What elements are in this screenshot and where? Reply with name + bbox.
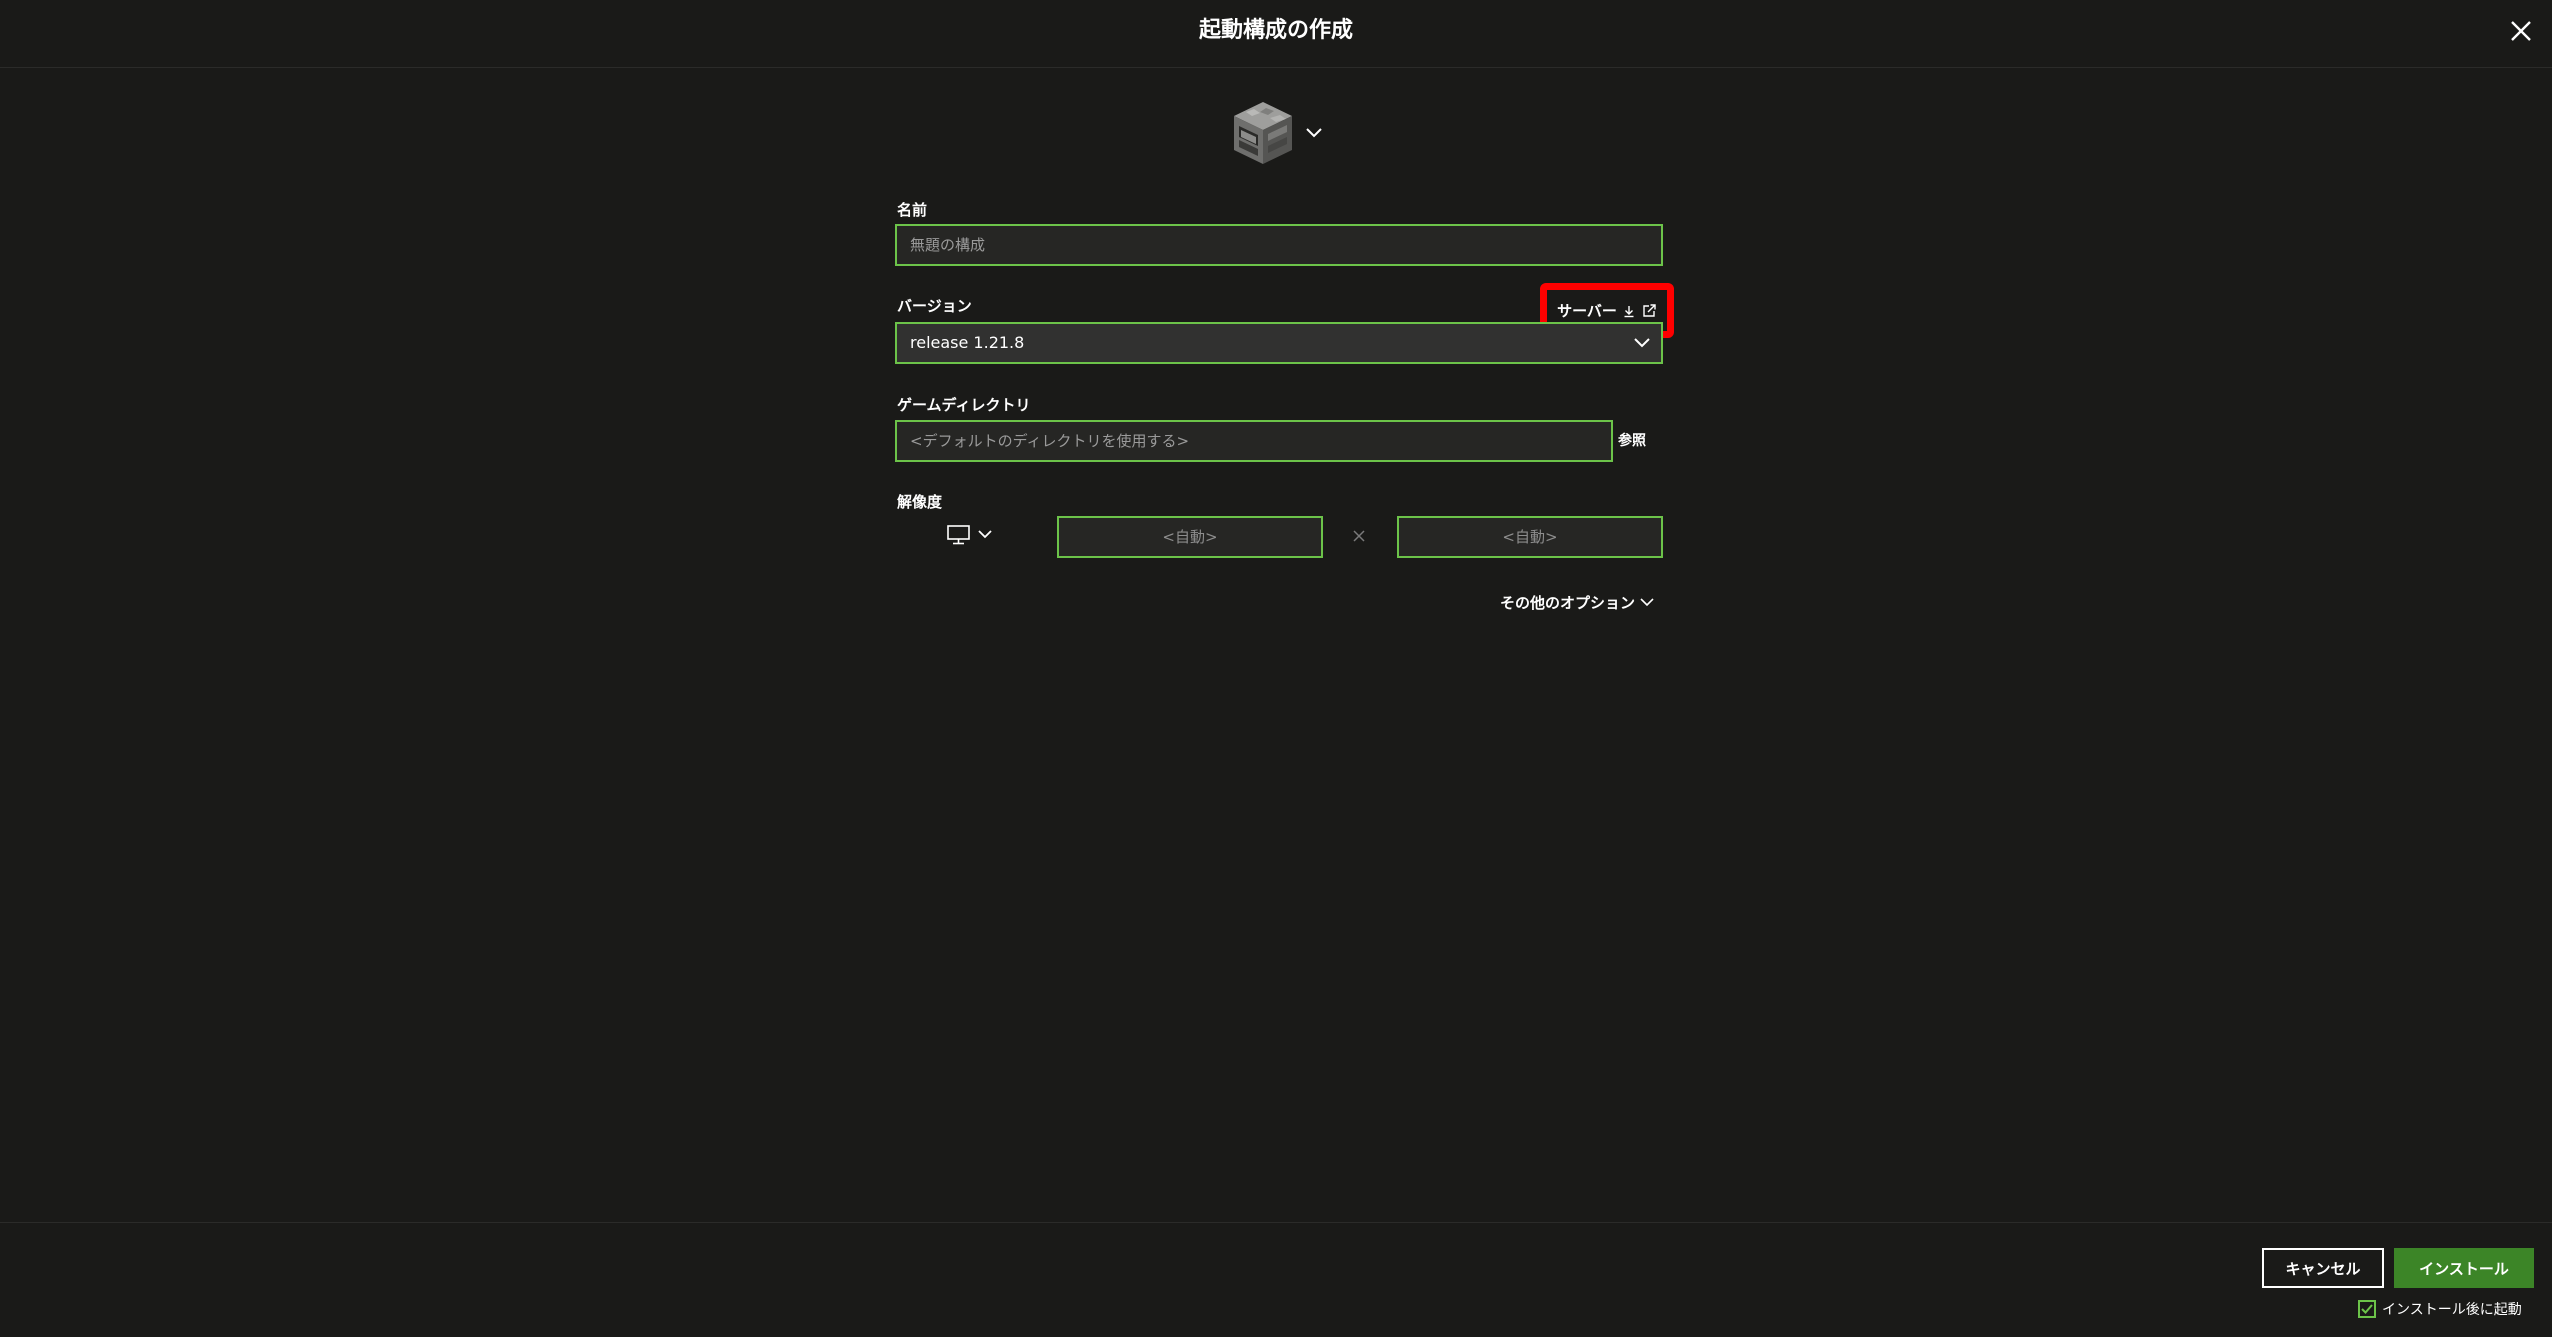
furnace-block-icon <box>1234 102 1292 164</box>
name-label: 名前 <box>897 201 928 219</box>
profile-icon-selector[interactable] <box>1232 100 1332 170</box>
checkmark-icon <box>2361 1304 2373 1314</box>
monitor-icon <box>947 525 970 545</box>
game-directory-label: ゲームディレクトリ <box>897 396 1031 414</box>
dialog-footer <box>0 1222 2552 1337</box>
launch-after-install-label: インストール後に起動 <box>2382 1302 2522 1318</box>
cancel-button[interactable]: キャンセル <box>2262 1248 2384 1288</box>
chevron-down-icon <box>1640 598 1654 607</box>
resolution-label: 解像度 <box>897 493 943 511</box>
resolution-height-input[interactable] <box>1397 516 1663 558</box>
close-icon <box>2511 21 2531 41</box>
launch-after-install-checkbox[interactable] <box>2358 1300 2376 1318</box>
chevron-down-icon <box>1634 338 1650 348</box>
chevron-down-icon <box>1306 128 1322 138</box>
launch-after-install-option[interactable]: インストール後に起動 <box>2358 1298 2522 1320</box>
version-selected-value: release 1.21.8 <box>910 333 1025 352</box>
external-link-icon <box>1643 303 1656 317</box>
server-link-label: サーバー <box>1557 302 1617 320</box>
browse-button[interactable]: 参照 <box>1618 430 1646 450</box>
more-options-label: その他のオプション <box>1500 593 1636 612</box>
resolution-width-input[interactable] <box>1057 516 1323 558</box>
game-directory-input[interactable] <box>895 420 1613 462</box>
resolution-preset-dropdown[interactable] <box>946 522 996 550</box>
chevron-down-icon <box>978 530 992 539</box>
install-button[interactable]: インストール <box>2394 1248 2534 1288</box>
times-icon <box>1353 530 1365 542</box>
version-select[interactable]: release 1.21.8 <box>895 322 1663 364</box>
download-icon <box>1624 305 1634 317</box>
close-button[interactable] <box>2504 14 2538 48</box>
dialog-header: 起動構成の作成 <box>0 0 2552 68</box>
name-input[interactable] <box>895 224 1663 266</box>
dialog-title: 起動構成の作成 <box>1198 18 1353 43</box>
version-label: バージョン <box>897 297 972 315</box>
more-options-toggle[interactable]: その他のオプション <box>1500 590 1655 614</box>
